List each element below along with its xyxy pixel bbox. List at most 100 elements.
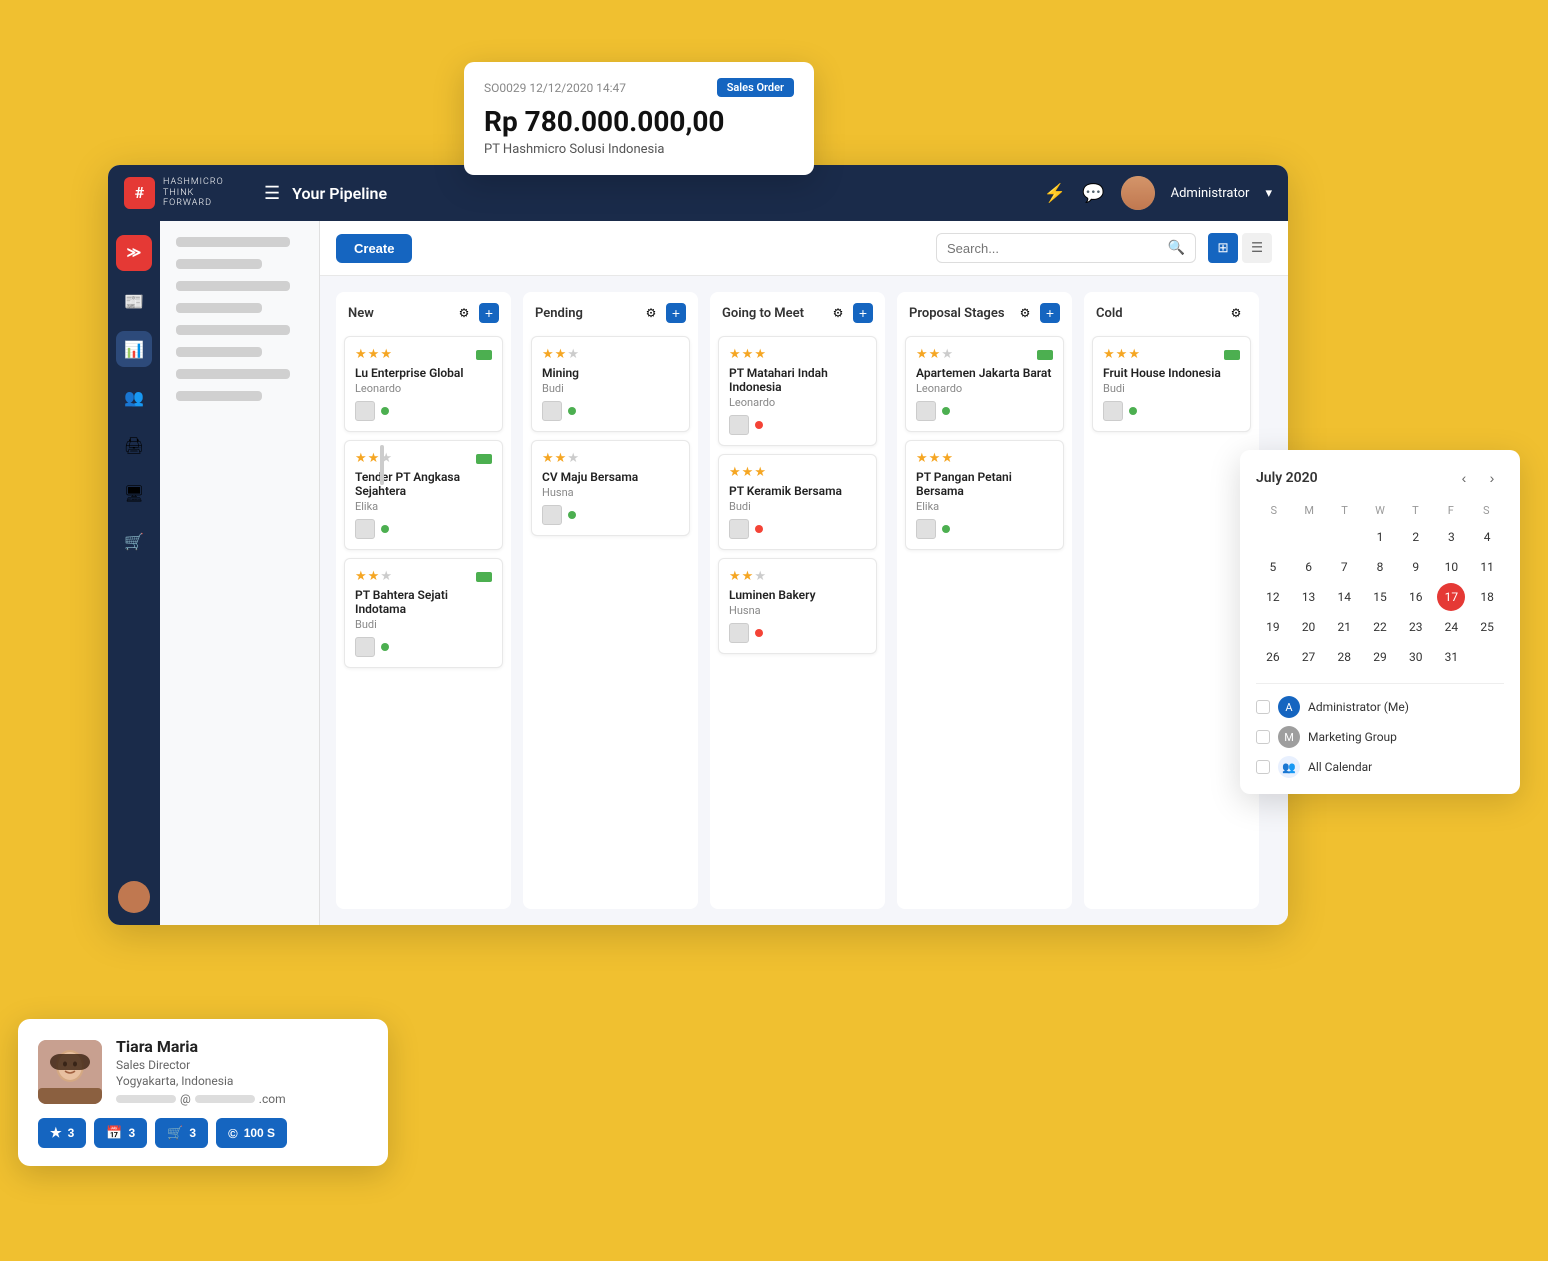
card-bahtera[interactable]: ★ ★ ★ PT Bahtera Sejati Indotama Budi (344, 558, 503, 668)
column-settings-pending[interactable]: ⚙ (640, 302, 662, 324)
calendar-avatar-marketing: M (1278, 726, 1300, 748)
calendar-day-26[interactable]: 26 (1259, 643, 1287, 671)
calendar-day-18[interactable]: 18 (1473, 583, 1501, 611)
column-add-pending[interactable]: + (666, 303, 686, 323)
card-person: Husna (542, 486, 679, 499)
profile-stars-button[interactable]: ★ 3 (38, 1118, 86, 1148)
calendar-day-11[interactable]: 11 (1473, 553, 1501, 581)
sidebar-user-avatar[interactable] (118, 881, 150, 913)
calendar-day-27[interactable]: 27 (1295, 643, 1323, 671)
cal-day-empty (1330, 523, 1358, 551)
credits-value: 100 S (244, 1126, 275, 1140)
card-tender-angkasa[interactable]: ★ ★ ★ Tender PT Angkasa Sejahtera Elika (344, 440, 503, 550)
calendar-day-22[interactable]: 22 (1366, 613, 1394, 641)
calendar-day-7[interactable]: 7 (1330, 553, 1358, 581)
sidebar-item-print[interactable]: 🖨 (116, 427, 152, 463)
card-flag (476, 350, 492, 360)
calendar-day-25[interactable]: 25 (1473, 613, 1501, 641)
card-lu-enterprise[interactable]: ★ ★ ★ Lu Enterprise Global Leonardo (344, 336, 503, 432)
card-stars: ★ ★ ★ (729, 347, 766, 362)
column-header-cold: Cold ⚙ (1084, 292, 1259, 330)
column-add-proposal[interactable]: + (1040, 303, 1060, 323)
search-input[interactable] (947, 241, 1168, 256)
profile-cart-button[interactable]: 🛒 3 (155, 1118, 208, 1148)
nav-line-2 (176, 259, 262, 269)
sidebar-item-users[interactable]: 👥 (116, 379, 152, 415)
calendar-day-6[interactable]: 6 (1295, 553, 1323, 581)
calendar-day-8[interactable]: 8 (1366, 553, 1394, 581)
calendar-day-30[interactable]: 30 (1402, 643, 1430, 671)
calendar-day-4[interactable]: 4 (1473, 523, 1501, 551)
calendar-day-14[interactable]: 14 (1330, 583, 1358, 611)
email-bar (116, 1095, 176, 1103)
admin-avatar[interactable] (1121, 176, 1155, 210)
calendar-day-29[interactable]: 29 (1366, 643, 1394, 671)
sidebar-item-notifications[interactable]: ≫ (116, 235, 152, 271)
sidebar-item-chart[interactable]: 📊 (116, 331, 152, 367)
calendar-item-marketing: M Marketing Group (1256, 726, 1504, 748)
card-fruit-house[interactable]: ★ ★ ★ Fruit House Indonesia Budi (1092, 336, 1251, 432)
column-add-new[interactable]: + (479, 303, 499, 323)
calendar-day-28[interactable]: 28 (1330, 643, 1358, 671)
calendar-day-9[interactable]: 9 (1402, 553, 1430, 581)
calendar-day-19[interactable]: 19 (1259, 613, 1287, 641)
calendar-checkbox-marketing[interactable] (1256, 730, 1270, 744)
calendar-day-24[interactable]: 24 (1437, 613, 1465, 641)
calendar-day-2[interactable]: 2 (1402, 523, 1430, 551)
lightning-icon[interactable]: ⚡ (1044, 183, 1066, 204)
calendar-prev[interactable]: ‹ (1452, 466, 1476, 490)
card-mining[interactable]: ★ ★ ★ Mining Budi (531, 336, 690, 432)
admin-dropdown-icon[interactable]: ▾ (1265, 186, 1272, 201)
sidebar-item-reports[interactable]: 📰 (116, 283, 152, 319)
calendar-next[interactable]: › (1480, 466, 1504, 490)
column-settings-new[interactable]: ⚙ (453, 302, 475, 324)
calendar-day-16[interactable]: 16 (1402, 583, 1430, 611)
calendar-day-3[interactable]: 3 (1437, 523, 1465, 551)
calendar-day-13[interactable]: 13 (1295, 583, 1323, 611)
chat-icon[interactable]: 💬 (1082, 183, 1104, 204)
calendar-day-1[interactable]: 1 (1366, 523, 1394, 551)
calendar-day-20[interactable]: 20 (1295, 613, 1323, 641)
calendar-day-5[interactable]: 5 (1259, 553, 1287, 581)
create-button[interactable]: Create (336, 234, 412, 263)
sidebar-item-cart[interactable]: 🛒 (116, 523, 152, 559)
list-view-button[interactable]: ☰ (1242, 233, 1272, 263)
calendar-checkbox-all[interactable] (1256, 760, 1270, 774)
card-matahari[interactable]: ★ ★ ★ PT Matahari Indah Indonesia Leonar… (718, 336, 877, 446)
card-title: PT Matahari Indah Indonesia (729, 366, 866, 394)
grid-view-button[interactable]: ⊞ (1208, 233, 1238, 263)
stars-count: 3 (68, 1126, 75, 1140)
calendar-checkbox-admin[interactable] (1256, 700, 1270, 714)
calendar-day-17[interactable]: 17 (1437, 583, 1465, 611)
column-actions-going: ⚙ + (827, 302, 873, 324)
sidebar-item-monitor[interactable]: 🖥 (116, 475, 152, 511)
column-add-going[interactable]: + (853, 303, 873, 323)
status-dot (568, 407, 576, 415)
calendar-count: 3 (129, 1126, 136, 1140)
calendar-day-10[interactable]: 10 (1437, 553, 1465, 581)
calendar-day-12[interactable]: 12 (1259, 583, 1287, 611)
card-pangan[interactable]: ★ ★ ★ PT Pangan Petani Bersama Elika (905, 440, 1064, 550)
profile-credits-button[interactable]: © 100 S (216, 1118, 287, 1148)
column-pending: Pending ⚙ + ★ ★ ★ (523, 292, 698, 909)
card-keramik[interactable]: ★ ★ ★ PT Keramik Bersama Budi (718, 454, 877, 550)
profile-calendar-button[interactable]: 📅 3 (94, 1118, 147, 1148)
card-luminen[interactable]: ★ ★ ★ Luminen Bakery Husna (718, 558, 877, 654)
card-stars: ★ ★ ★ (355, 347, 392, 362)
hamburger-icon[interactable]: ☰ (264, 183, 280, 204)
card-title: Lu Enterprise Global (355, 366, 492, 380)
column-settings-proposal[interactable]: ⚙ (1014, 302, 1036, 324)
calendar-day-21[interactable]: 21 (1330, 613, 1358, 641)
status-dot (942, 525, 950, 533)
calendar-icon: 📅 (106, 1125, 122, 1141)
profile-info: Tiara Maria Sales Director Yogyakarta, I… (116, 1037, 286, 1106)
calendar-day-15[interactable]: 15 (1366, 583, 1394, 611)
calendar-day-31[interactable]: 31 (1437, 643, 1465, 671)
card-apartemen[interactable]: ★ ★ ★ Apartemen Jakarta Barat Leonardo (905, 336, 1064, 432)
column-settings-going[interactable]: ⚙ (827, 302, 849, 324)
column-settings-cold[interactable]: ⚙ (1225, 302, 1247, 324)
calendar-day-23[interactable]: 23 (1402, 613, 1430, 641)
card-avatar (542, 505, 562, 525)
calendar-label-marketing: Marketing Group (1308, 730, 1397, 744)
card-cv-maju[interactable]: ★ ★ ★ CV Maju Bersama Husna (531, 440, 690, 536)
